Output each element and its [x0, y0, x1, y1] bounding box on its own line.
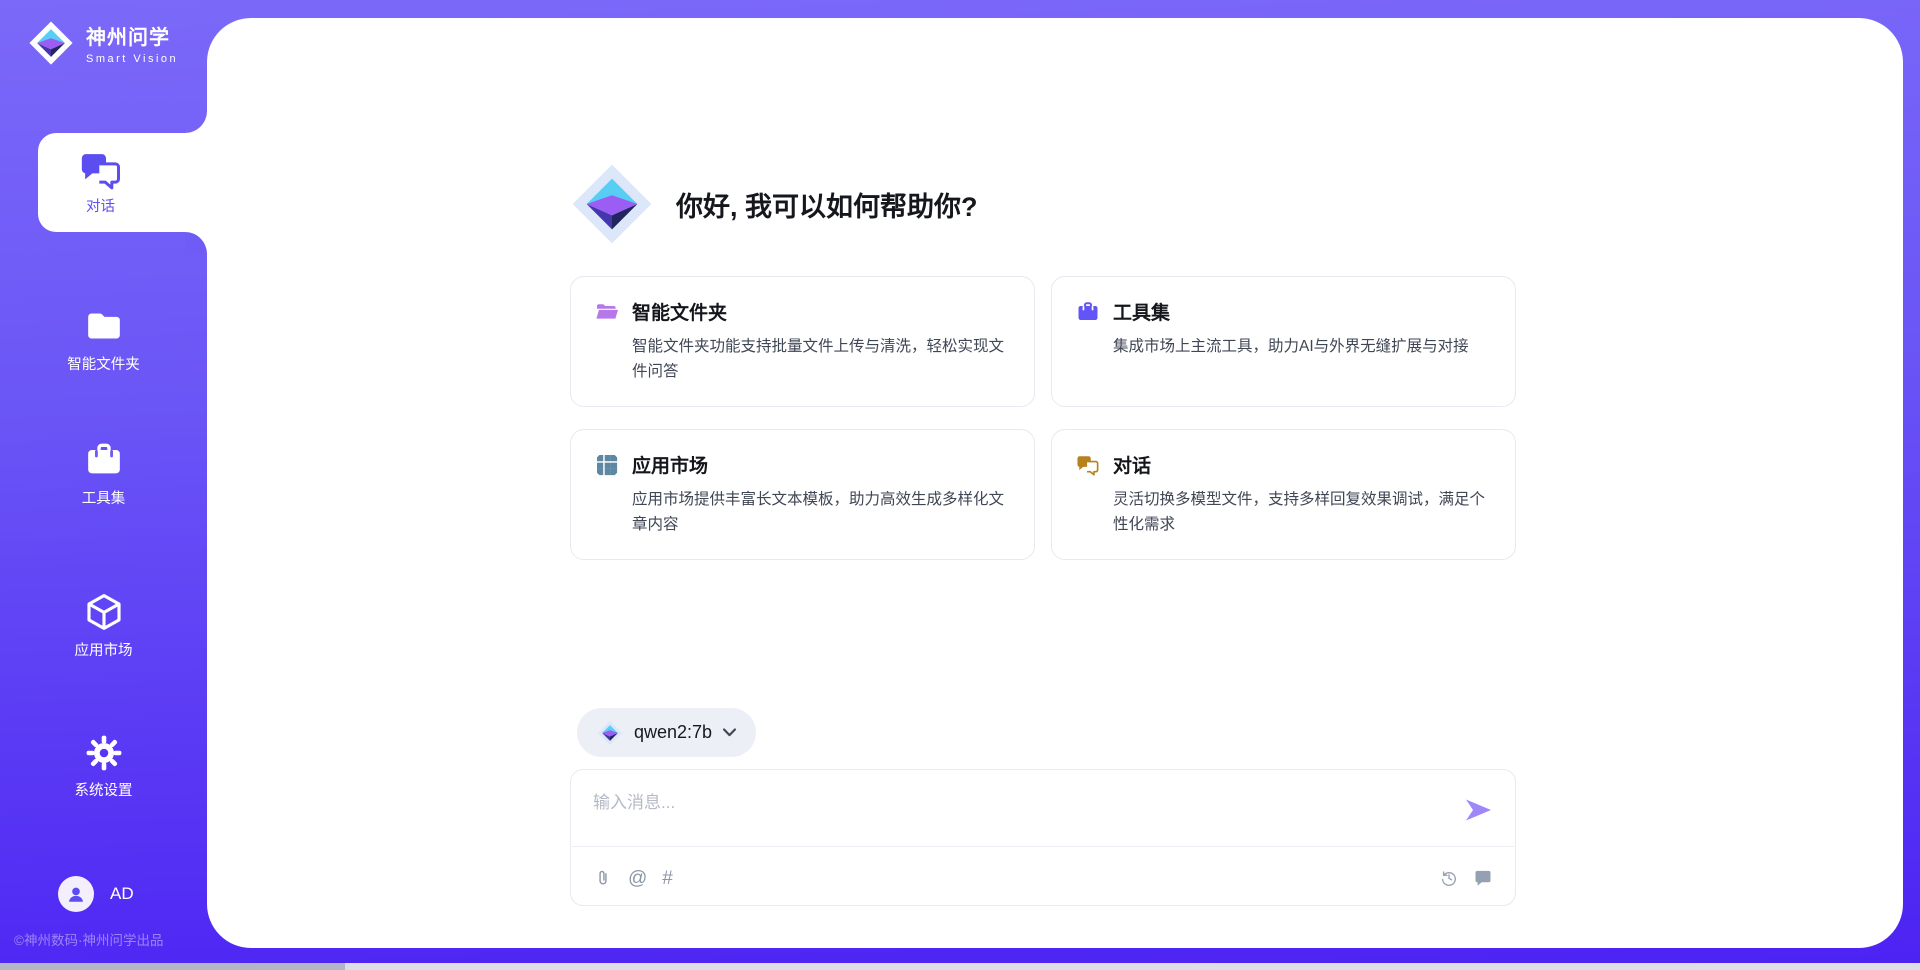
model-diamond-icon — [597, 720, 623, 746]
sidebar-item-label: 智能文件夹 — [67, 353, 140, 374]
folder-open-icon — [595, 300, 619, 324]
message-composer: @ # — [570, 769, 1516, 906]
brand-subtitle: Smart Vision — [86, 53, 178, 65]
card-description: 应用市场提供丰富长文本模板，助力高效生成多样化文章内容 — [632, 487, 1010, 537]
grid-cube-icon — [595, 453, 619, 477]
chevron-down-icon — [723, 728, 736, 737]
copyright-text: ©神州数码·神州问学出品 — [14, 929, 163, 949]
brand-name: 神州问学 — [86, 21, 178, 50]
folder-icon — [84, 306, 124, 346]
send-icon[interactable] — [1464, 797, 1493, 823]
horizontal-scrollbar[interactable] — [0, 963, 1920, 970]
sidebar-item-chat[interactable]: 对话 — [38, 133, 207, 232]
brand-logo: 神州问学 Smart Vision — [28, 20, 178, 66]
chat-icon — [79, 150, 123, 190]
toolbox-icon — [84, 440, 124, 480]
sidebar-item-label: 系统设置 — [75, 779, 133, 800]
card-title: 对话 — [1113, 451, 1151, 478]
sidebar-item-label: 工具集 — [82, 487, 126, 508]
scrollbar-thumb[interactable] — [0, 963, 345, 970]
composer-toolbar: @ # — [593, 863, 1493, 893]
person-icon — [65, 883, 87, 905]
feature-cards: 智能文件夹 智能文件夹功能支持批量文件上传与清洗，轻松实现文件问答 工具集 集成… — [570, 276, 1516, 560]
greeting-block: 你好, 我可以如何帮助你? — [570, 162, 978, 246]
toolbox-icon — [1076, 300, 1100, 324]
topic-icon[interactable]: # — [662, 869, 673, 888]
sidebar-item-smart-folder[interactable]: 智能文件夹 — [0, 306, 207, 374]
card-toolset[interactable]: 工具集 集成市场上主流工具，助力AI与外界无缝扩展与对接 — [1051, 276, 1516, 407]
model-selector[interactable]: qwen2:7b — [577, 708, 756, 757]
card-description: 灵活切换多模型文件，支持多样回复效果调试，满足个性化需求 — [1113, 487, 1491, 537]
model-name: qwen2:7b — [634, 722, 712, 743]
card-title: 应用市场 — [632, 451, 708, 478]
message-input[interactable] — [593, 788, 1433, 846]
avatar — [58, 876, 94, 912]
card-smart-folder[interactable]: 智能文件夹 智能文件夹功能支持批量文件上传与清洗，轻松实现文件问答 — [570, 276, 1035, 407]
mention-icon[interactable]: @ — [628, 869, 647, 888]
chat-icon — [1076, 454, 1100, 476]
card-title: 工具集 — [1113, 298, 1170, 325]
main-content-panel: 你好, 我可以如何帮助你? 智能文件夹 智能文件夹功能支持批量文件上传与清洗，轻… — [207, 18, 1903, 948]
sidebar-item-settings[interactable]: 系统设置 — [0, 734, 207, 800]
user-profile[interactable]: AD — [58, 876, 134, 912]
card-app-market[interactable]: 应用市场 应用市场提供丰富长文本模板，助力高效生成多样化文章内容 — [570, 429, 1035, 560]
user-name: AD — [110, 884, 134, 904]
brand-diamond-icon — [28, 20, 74, 66]
conversations-icon[interactable] — [1473, 868, 1493, 888]
sidebar-item-app-market[interactable]: 应用市场 — [0, 592, 207, 660]
sidebar-item-label: 对话 — [86, 195, 115, 216]
card-title: 智能文件夹 — [632, 298, 727, 325]
cube-icon — [84, 592, 124, 632]
history-icon[interactable] — [1439, 868, 1459, 888]
sidebar-item-toolset[interactable]: 工具集 — [0, 440, 207, 508]
brand-diamond-icon — [570, 162, 654, 246]
gear-icon — [85, 734, 123, 772]
sidebar: 神州问学 Smart Vision 对话 智能文件夹 工具集 应用市场 系统设置… — [0, 0, 207, 970]
composer-divider — [572, 846, 1514, 847]
greeting-title: 你好, 我可以如何帮助你? — [676, 185, 978, 224]
attachment-icon[interactable] — [593, 868, 613, 888]
card-description: 集成市场上主流工具，助力AI与外界无缝扩展与对接 — [1113, 334, 1491, 359]
sidebar-item-label: 应用市场 — [75, 639, 133, 660]
card-description: 智能文件夹功能支持批量文件上传与清洗，轻松实现文件问答 — [632, 334, 1010, 384]
card-chat[interactable]: 对话 灵活切换多模型文件，支持多样回复效果调试，满足个性化需求 — [1051, 429, 1516, 560]
